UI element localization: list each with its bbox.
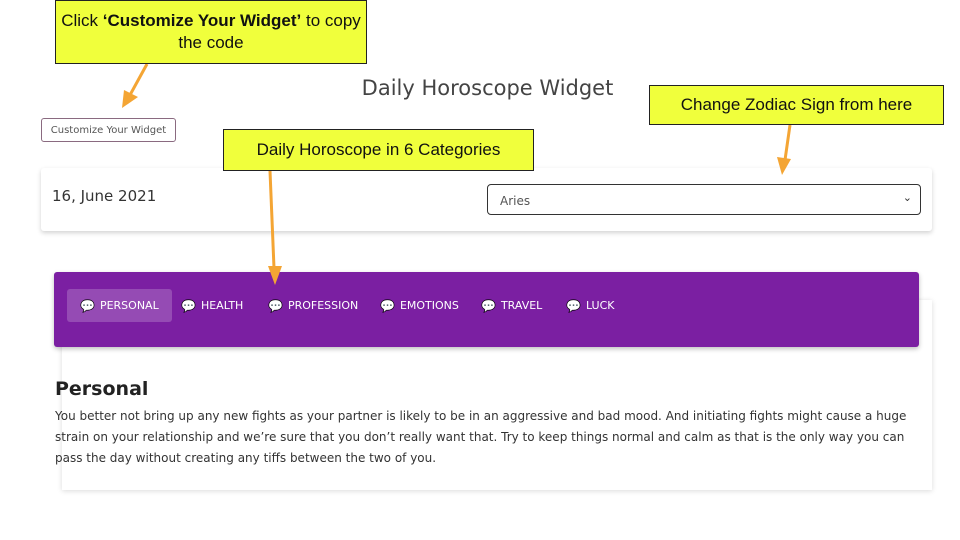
arrowhead: [268, 266, 282, 285]
annotation-arrows: [122, 63, 792, 285]
annotation-text: Click: [61, 11, 103, 30]
annotation-categories: Daily Horoscope in 6 Categories: [223, 129, 534, 171]
annotation-zodiac: Change Zodiac Sign from here: [649, 85, 944, 125]
annotation-customize: Click ‘Customize Your Widget’ to copy th…: [55, 0, 367, 64]
arrow-zodiac: [783, 124, 792, 161]
arrow-customize: [128, 63, 149, 96]
arrowhead: [777, 157, 791, 175]
arrow-categories: [268, 170, 276, 269]
annotation-bold-text: ‘Customize Your Widget’: [102, 11, 302, 30]
